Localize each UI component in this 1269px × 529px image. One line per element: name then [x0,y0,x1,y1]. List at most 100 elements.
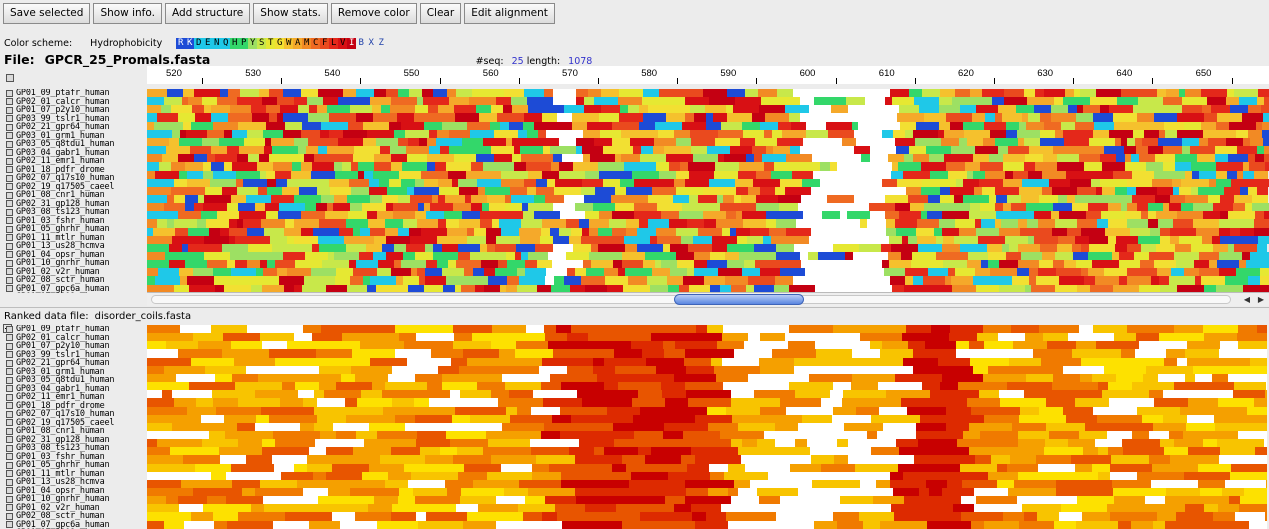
ranked-data-panel[interactable] [147,325,1267,529]
sequence-select-checkbox[interactable] [6,276,13,284]
sequence-select-checkbox[interactable] [6,251,13,259]
sequence-select-checkbox[interactable] [6,410,13,418]
sequence-select-checkbox[interactable] [6,149,13,157]
sequence-select-checkbox[interactable] [6,393,13,401]
rank-block [340,520,364,529]
rank-block [650,520,695,529]
file-label: File: [4,52,35,67]
ruler-tick [598,78,599,84]
ruler-tick [756,78,758,84]
rank-block [1131,520,1153,529]
sequence-select-checkbox[interactable] [6,98,13,106]
scroll-thumb[interactable] [674,294,804,305]
sequence-select-checkbox[interactable] [6,183,13,191]
sequence-select-checkbox[interactable] [6,470,13,478]
sequence-select-checkbox[interactable] [6,166,13,174]
alignment-panel[interactable] [147,89,1269,294]
sequence-select-checkbox[interactable] [6,461,13,469]
sequence-select-checkbox[interactable] [6,259,13,267]
rank-block [984,520,1019,529]
sequence-select-checkbox[interactable] [6,334,13,342]
legend-residue-e: E [203,37,213,49]
sequence-select-checkbox[interactable] [6,157,13,165]
sequence-select-checkbox[interactable] [6,504,13,512]
ruler-tick [202,78,203,84]
sequence-select-checkbox[interactable] [6,427,13,435]
color-scheme-name[interactable]: Hydrophobicity [90,38,162,49]
sequence-select-checkbox[interactable] [6,376,13,384]
sequence-select-checkbox[interactable] [6,325,13,333]
sequence-select-checkbox[interactable] [6,140,13,148]
sequence-select-checkbox[interactable] [6,132,13,140]
add-structure-button[interactable]: Add structure [164,3,251,24]
rank-block [418,520,463,529]
clear-button[interactable]: Clear [419,3,462,24]
rank-block [463,520,474,529]
edit-alignment-button[interactable]: Edit alignment [464,3,555,24]
rank-block [562,520,586,529]
legend-residue-z: Z [378,37,384,48]
color-scheme-label: Color scheme: [4,37,73,49]
sequence-select-checkbox[interactable] [6,123,13,131]
sequence-select-checkbox[interactable] [6,512,13,520]
sequence-select-checkbox[interactable] [6,342,13,350]
sequence-select-checkbox[interactable] [6,242,13,250]
sequence-select-checkbox[interactable] [6,419,13,427]
sequence-select-checkbox[interactable] [6,225,13,233]
sequence-select-checkbox[interactable] [6,191,13,199]
sequence-select-checkbox[interactable] [6,436,13,444]
sequence-select-checkbox[interactable] [6,285,13,293]
sequence-select-checkbox[interactable] [6,115,13,123]
sequence-select-checkbox[interactable] [6,268,13,276]
legend-residue-t: T [266,37,276,49]
ruler-tick [835,78,837,84]
legend-residue-q: Q [221,37,231,49]
sequence-select-checkbox[interactable] [6,444,13,452]
rank-block [377,520,418,529]
rank-block [1153,520,1165,529]
ranked-data-label: Ranked data file: [4,311,89,322]
ruler-label: 600 [799,68,816,79]
legend-residue-y: Y [248,37,258,49]
ruler-label: 650 [1195,68,1212,79]
rank-block [496,520,510,529]
sequence-select-checkbox[interactable] [6,487,13,495]
show-stats-button[interactable]: Show stats. [253,3,328,24]
sequence-select-checkbox[interactable] [6,521,13,529]
remove-color-button[interactable]: Remove color [330,3,417,24]
ruler-tick [518,78,520,84]
sequence-select-checkbox[interactable] [6,200,13,208]
scroll-right-icon[interactable]: ▶ [1255,294,1267,306]
save-selected-button[interactable]: Save selected [3,3,91,24]
ruler-tick [914,78,916,84]
legend-residue-k: K [185,37,195,49]
sequence-select-checkbox[interactable] [6,106,13,114]
rank-block [164,520,184,529]
rank-block [1118,520,1131,529]
sequence-select-checkbox[interactable] [6,402,13,410]
legend-residue-m: M [302,37,312,49]
sequence-select-checkbox[interactable] [6,174,13,182]
scroll-left-icon[interactable]: ◀ [1241,294,1253,306]
show-info-button[interactable]: Show info. [93,3,162,24]
ruler-label: 610 [878,68,895,79]
ruler-label: 530 [245,68,262,79]
ruler-tick [1231,78,1233,84]
rank-block [814,520,837,529]
sequence-select-checkbox[interactable] [6,234,13,242]
rank-block [1249,520,1267,529]
horizontal-scrollbar[interactable]: ◀ ▶ [147,292,1269,306]
sequence-select-checkbox[interactable] [6,351,13,359]
sequence-select-checkbox[interactable] [6,368,13,376]
sequence-select-checkbox[interactable] [6,89,13,97]
rank-block [586,520,622,529]
sequence-select-checkbox[interactable] [6,385,13,393]
sequence-select-checkbox[interactable] [6,495,13,503]
select-all-checkbox[interactable] [6,74,14,82]
sequence-select-checkbox[interactable] [6,208,13,216]
sequence-select-checkbox[interactable] [6,478,13,486]
sequence-select-checkbox[interactable] [6,217,13,225]
sequence-select-checkbox[interactable] [6,359,13,367]
rank-block [880,520,927,529]
sequence-select-checkbox[interactable] [6,453,13,461]
